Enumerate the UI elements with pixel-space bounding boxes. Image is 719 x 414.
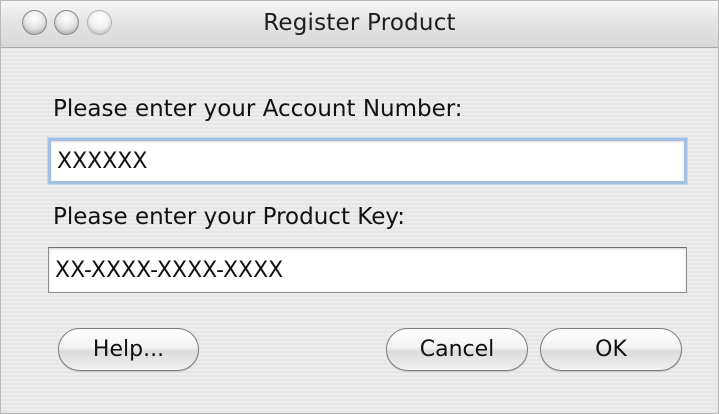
account-number-label: Please enter your Account Number: bbox=[53, 96, 463, 122]
window-title: Register Product bbox=[263, 10, 456, 36]
product-key-field[interactable] bbox=[48, 247, 687, 293]
account-number-field[interactable] bbox=[48, 138, 687, 184]
help-button[interactable]: Help... bbox=[58, 328, 199, 371]
product-key-label: Please enter your Product Key: bbox=[53, 204, 406, 230]
ok-button[interactable]: OK bbox=[540, 328, 682, 371]
register-product-dialog: Register Product Please enter your Accou… bbox=[0, 0, 719, 414]
cancel-button[interactable]: Cancel bbox=[386, 328, 528, 371]
title-bar[interactable]: Register Product bbox=[1, 1, 718, 48]
